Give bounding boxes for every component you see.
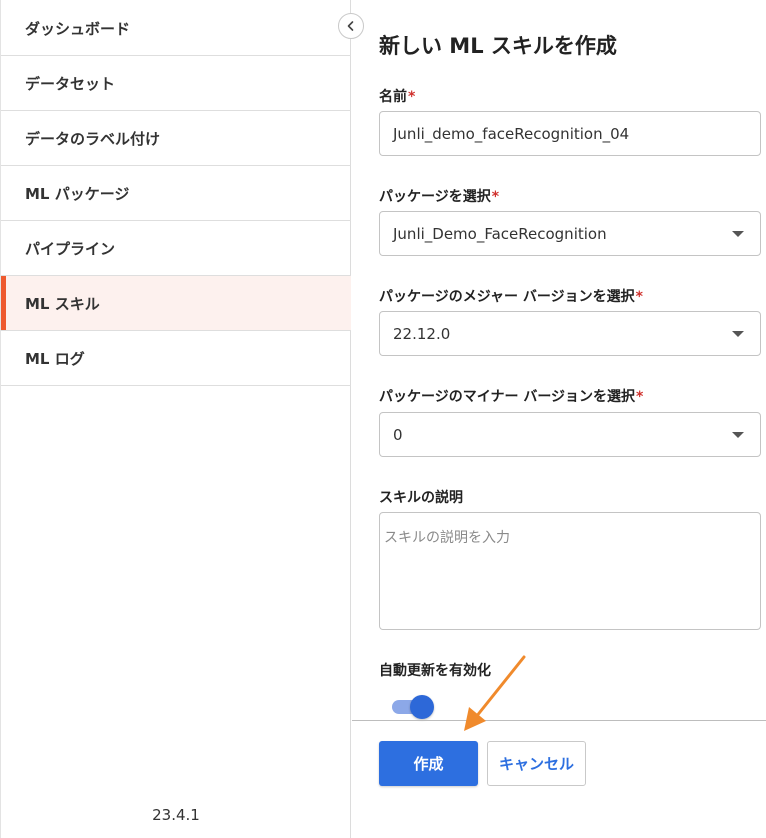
auto-update-toggle[interactable]	[392, 694, 434, 720]
name-label: 名前*	[379, 86, 415, 106]
sidebar-item-label: ML スキル	[25, 294, 100, 313]
create-button[interactable]: 作成	[379, 741, 478, 786]
major-version-label-text: パッケージのメジャー バージョンを選択	[379, 289, 635, 305]
package-label: パッケージを選択*	[379, 186, 499, 206]
sidebar-item-dashboard[interactable]: ダッシュボード	[1, 1, 351, 56]
sidebar-item-label: ML パッケージ	[25, 184, 130, 203]
sidebar-item-datasets[interactable]: データセット	[1, 56, 351, 111]
dropdown-caret-icon	[732, 432, 744, 438]
name-input-value: Junli_demo_faceRecognition_04	[393, 125, 630, 143]
sidebar-item-ml-packages[interactable]: ML パッケージ	[1, 166, 351, 221]
sidebar-item-label: データのラベル付け	[25, 129, 161, 148]
sidebar-collapse-button[interactable]	[338, 13, 364, 39]
package-select[interactable]: Junli_Demo_FaceRecognition	[379, 211, 761, 256]
minor-version-label-text: パッケージのマイナー バージョンを選択	[379, 389, 636, 405]
chevron-left-icon	[347, 21, 354, 31]
page-title: 新しい ML スキルを作成	[379, 34, 617, 58]
dropdown-caret-icon	[732, 331, 744, 337]
required-mark: *	[635, 289, 643, 305]
required-mark: *	[491, 189, 500, 205]
minor-version-select[interactable]: 0	[379, 412, 761, 457]
sidebar-item-ml-skills[interactable]: ML スキル	[1, 276, 351, 331]
description-textarea[interactable]	[379, 512, 761, 630]
toggle-thumb	[410, 695, 434, 719]
cancel-button[interactable]: キャンセル	[487, 741, 586, 786]
required-mark: *	[408, 89, 416, 105]
sidebar-item-pipelines[interactable]: パイプライン	[1, 221, 351, 276]
sidebar-item-label: ダッシュボード	[25, 19, 131, 38]
version-label: 23.4.1	[152, 806, 200, 824]
name-input[interactable]: Junli_demo_faceRecognition_04	[379, 111, 761, 156]
sidebar-item-label: データセット	[25, 74, 116, 93]
active-indicator	[1, 276, 6, 330]
footer-divider	[352, 720, 766, 721]
package-select-value: Junli_Demo_FaceRecognition	[393, 225, 607, 243]
name-label-text: 名前	[379, 89, 407, 105]
create-ml-skill-panel: 新しい ML スキルを作成 名前* Junli_demo_faceRecogni…	[352, 0, 766, 838]
major-version-label: パッケージのメジャー バージョンを選択*	[379, 286, 643, 306]
dropdown-caret-icon	[732, 231, 744, 237]
minor-version-label: パッケージのマイナー バージョンを選択*	[379, 386, 643, 406]
sidebar-item-label: パイプライン	[25, 239, 116, 258]
sidebar: ダッシュボード データセット データのラベル付け ML パッケージ パイプライン…	[0, 0, 351, 838]
sidebar-item-label: ML ログ	[25, 349, 85, 368]
sidebar-item-ml-logs[interactable]: ML ログ	[1, 331, 351, 386]
major-version-select-value: 22.12.0	[393, 325, 451, 343]
sidebar-item-data-labeling[interactable]: データのラベル付け	[1, 111, 351, 166]
minor-version-select-value: 0	[393, 426, 403, 444]
annotation-arrow-icon	[464, 655, 526, 731]
description-label: スキルの説明	[379, 490, 463, 506]
package-label-text: パッケージを選択	[379, 189, 491, 205]
required-mark: *	[636, 389, 644, 405]
major-version-select[interactable]: 22.12.0	[379, 311, 761, 356]
